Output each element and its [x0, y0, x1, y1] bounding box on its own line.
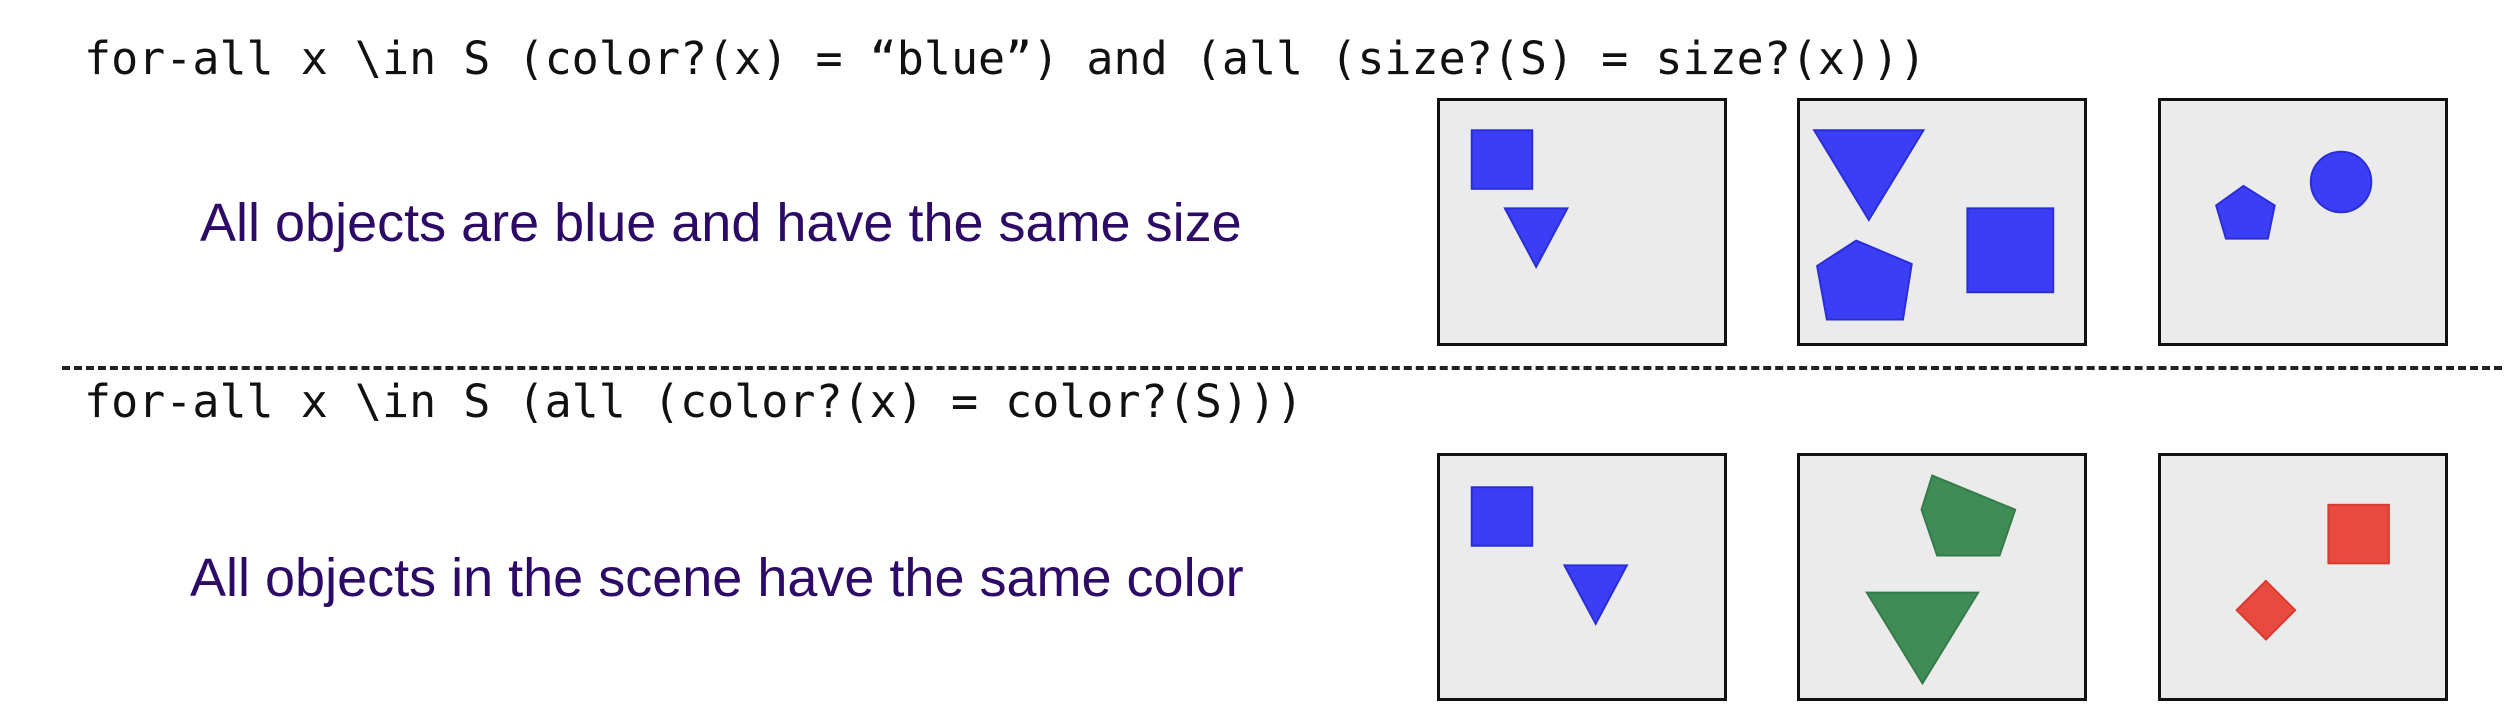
scene-row1-2 — [1797, 98, 2087, 346]
scene-row2-1 — [1437, 453, 1727, 701]
blue-square — [1470, 129, 1534, 190]
blue-triangle — [1562, 564, 1629, 626]
description-row-1: All objects are blue and have the same s… — [200, 193, 1242, 253]
scene-row2-3 — [2158, 453, 2448, 701]
scene-row1-3 — [2158, 98, 2448, 346]
blue-square — [1470, 486, 1534, 547]
blue-pentagon — [2215, 184, 2276, 240]
blue-circle — [2309, 150, 2373, 214]
green-triangle — [1865, 591, 1980, 686]
blue-triangle — [1812, 129, 1926, 222]
scene-row2-2 — [1797, 453, 2087, 701]
blue-pentagon — [1816, 239, 1913, 321]
formula-row-1: for-all x \in S (color?(x) = “blue”) and… — [84, 32, 1927, 85]
blue-square — [1966, 207, 2055, 294]
blue-triangle — [1503, 207, 1569, 269]
dashed-divider — [62, 366, 2502, 370]
red-square — [2327, 503, 2390, 565]
scene-row1-1 — [1437, 98, 1727, 346]
description-row-2: All objects in the scene have the same c… — [190, 548, 1244, 608]
formula-row-2: for-all x \in S (all (color?(x) = color?… — [84, 375, 1304, 428]
red-diamond — [2235, 579, 2297, 641]
green-pentagon — [1920, 474, 2017, 557]
